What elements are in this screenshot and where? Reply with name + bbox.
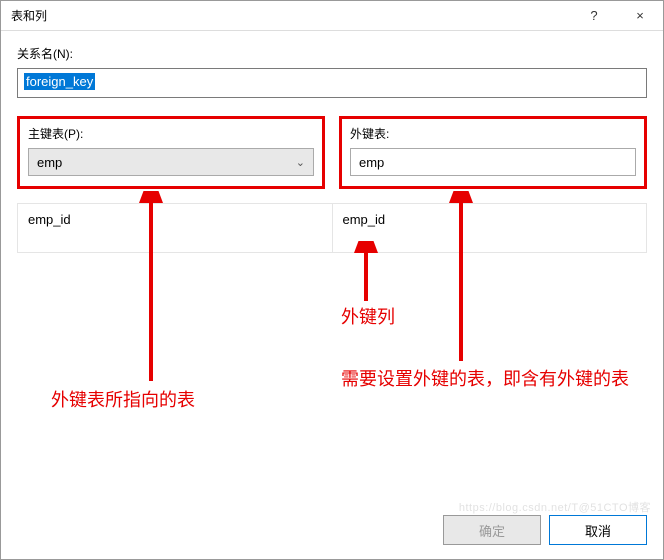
primary-column-value: emp_id (28, 212, 71, 227)
cancel-label: 取消 (585, 521, 611, 540)
chevron-down-icon: ⌄ (296, 156, 305, 169)
close-button[interactable]: × (617, 1, 663, 31)
foreign-table-value: emp (359, 155, 384, 170)
primary-table-select[interactable]: emp ⌄ (28, 148, 314, 176)
window-title: 表和列 (11, 7, 571, 24)
dialog-content: 关系名(N): foreign_key 主键表(P): emp ⌄ 外键表: e… (1, 31, 663, 267)
foreign-table-readonly: emp (350, 148, 636, 176)
cancel-button[interactable]: 取消 (549, 515, 647, 545)
annotation-right: 需要设置外键的表，即含有外键的表 (341, 366, 641, 393)
foreign-redbox: 外键表: emp (339, 116, 647, 189)
annotation-left: 外键表所指向的表 (51, 386, 195, 412)
primary-column-cell[interactable]: emp_id (18, 204, 332, 252)
relation-name-label: 关系名(N): (17, 45, 647, 62)
primary-redbox: 主键表(P): emp ⌄ (17, 116, 325, 189)
relation-name-input[interactable]: foreign_key (17, 68, 647, 98)
help-button[interactable]: ? (571, 1, 617, 31)
annotation-fkcol: 外键列 (341, 303, 395, 329)
ok-label: 确定 (479, 521, 505, 540)
close-icon: × (636, 8, 644, 23)
foreign-col: 外键表: emp (339, 116, 647, 189)
foreign-column-cell[interactable]: emp_id (332, 204, 647, 252)
table-row: 主键表(P): emp ⌄ 外键表: emp (17, 116, 647, 189)
help-icon: ? (590, 8, 597, 23)
primary-col: 主键表(P): emp ⌄ (17, 116, 325, 189)
ok-button[interactable]: 确定 (443, 515, 541, 545)
watermark: https://blog.csdn.net/T@51CTO博客 (459, 499, 651, 515)
primary-table-value: emp (37, 155, 62, 170)
foreign-column-value: emp_id (343, 212, 386, 227)
button-bar: 确定 取消 (443, 515, 647, 545)
foreign-table-label: 外键表: (350, 125, 636, 142)
column-mapping: emp_id emp_id (17, 203, 647, 253)
primary-table-label: 主键表(P): (28, 125, 314, 142)
dialog-window: 表和列 ? × 关系名(N): foreign_key 主键表(P): emp … (0, 0, 664, 560)
relation-name-value: foreign_key (24, 73, 95, 90)
titlebar: 表和列 ? × (1, 1, 663, 31)
